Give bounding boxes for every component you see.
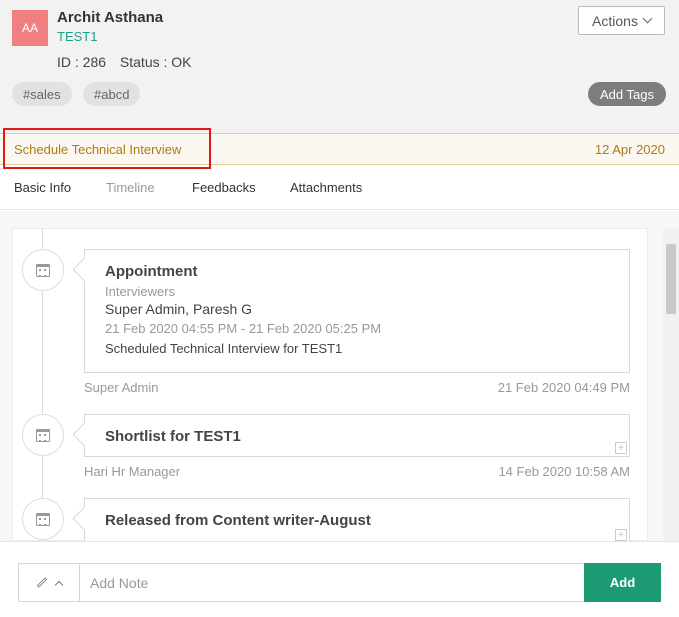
card-title: Appointment (105, 263, 198, 280)
stage-date: 12 Apr 2020 (594, 142, 665, 157)
scrollbar[interactable] (663, 228, 679, 541)
pencil-icon (36, 577, 48, 588)
timeline-card-released: Released from Content writer-August + (84, 498, 630, 541)
candidate-id: ID : 286 (57, 54, 107, 70)
tab-bar: Basic Info Timeline Feedbacks Attachment… (0, 166, 679, 210)
timeline-timestamp: 21 Feb 2020 04:49 PM (497, 380, 630, 395)
actions-label: Actions (592, 12, 638, 29)
appointment-description: Scheduled Technical Interview for TEST1 (105, 341, 343, 356)
expand-plus-icon[interactable]: + (615, 442, 627, 454)
candidate-meta: ID : 286 Status : OK (57, 54, 192, 70)
note-bar: Add (0, 541, 679, 617)
timeline-card-appointment: Appointment Interviewers Super Admin, Pa… (84, 249, 630, 373)
card-title: Shortlist for TEST1 (105, 428, 241, 445)
timeline-author: Hari Hr Manager (84, 464, 181, 479)
tab-timeline[interactable]: Timeline (106, 180, 155, 195)
tag-sales[interactable]: #sales (12, 82, 72, 106)
timeline-node-released (22, 498, 64, 540)
tag-abcd[interactable]: #abcd (83, 82, 141, 106)
timeline-card-shortlist: Shortlist for TEST1 + (84, 414, 630, 457)
calendar-icon (36, 428, 50, 442)
tab-basic-info[interactable]: Basic Info (14, 180, 71, 195)
add-tags-button[interactable]: Add Tags (588, 82, 666, 106)
appointment-time: 21 Feb 2020 04:55 PM - 21 Feb 2020 05:25… (105, 321, 382, 336)
chevron-up-icon (54, 580, 64, 589)
expand-plus-icon[interactable]: + (615, 529, 627, 541)
interviewers-names: Super Admin, Paresh G (105, 301, 253, 317)
actions-button[interactable]: Actions (578, 6, 665, 35)
candidate-header: AA Archit Asthana TEST1 ID : 286 Status … (0, 0, 679, 133)
card-title: Released from Content writer-August (105, 512, 371, 529)
tab-feedbacks[interactable]: Feedbacks (192, 180, 256, 195)
tab-attachments[interactable]: Attachments (290, 180, 362, 195)
highlight-annotation (3, 128, 211, 169)
scrollbar-thumb[interactable] (666, 244, 676, 314)
note-type-dropdown[interactable] (18, 563, 79, 602)
calendar-icon (36, 512, 50, 526)
avatar: AA (12, 10, 48, 46)
timeline-author: Super Admin (84, 380, 159, 395)
chevron-down-icon (642, 13, 653, 24)
add-note-input[interactable] (79, 563, 585, 602)
candidate-job[interactable]: TEST1 (57, 29, 97, 44)
timeline-node-appointment (22, 249, 64, 291)
interviewers-label: Interviewers (105, 284, 176, 299)
calendar-icon (36, 263, 50, 277)
timeline-timestamp: 14 Feb 2020 10:58 AM (498, 464, 630, 479)
candidate-status: Status : OK (119, 54, 192, 70)
timeline-node-shortlist (22, 414, 64, 456)
candidate-name: Archit Asthana (57, 9, 164, 26)
add-note-button[interactable]: Add (584, 563, 661, 602)
